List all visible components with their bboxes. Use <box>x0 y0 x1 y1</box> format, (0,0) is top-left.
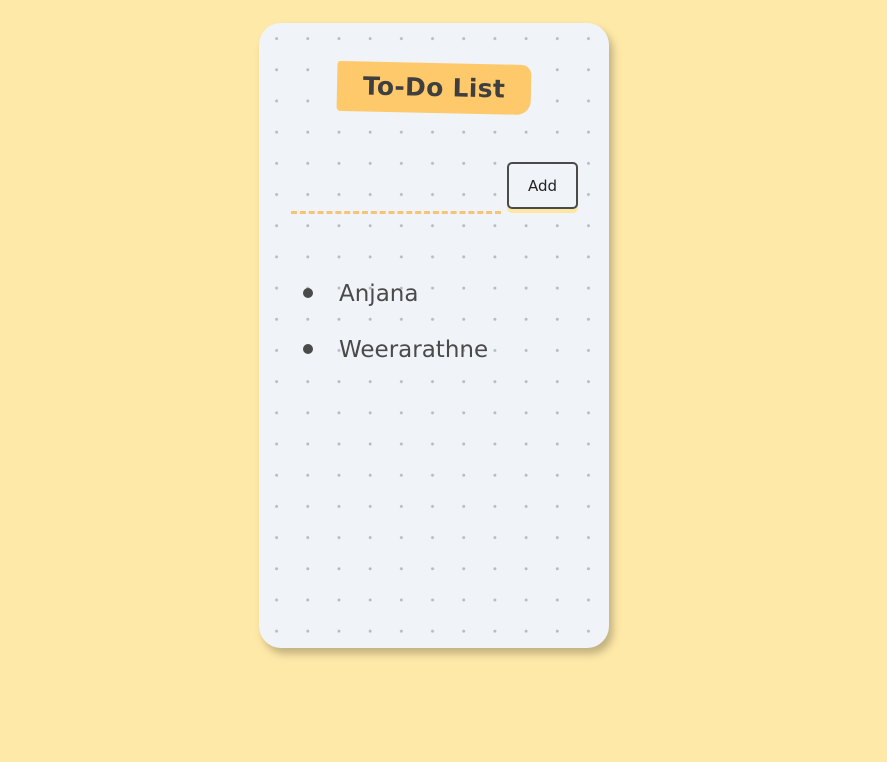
task-label: Weerarathne <box>339 337 489 363</box>
todo-card: To-Do List Add Anjana Weerarathne <box>259 23 609 648</box>
task-label: Anjana <box>339 281 419 307</box>
title-highlight: To-Do List <box>336 60 532 116</box>
bullet-icon <box>303 344 313 354</box>
add-button[interactable]: Add <box>507 162 578 209</box>
list-item[interactable]: Anjana <box>303 274 488 330</box>
task-input[interactable] <box>291 179 501 214</box>
task-list: Anjana Weerarathne <box>303 274 488 386</box>
list-item[interactable]: Weerarathne <box>303 330 488 386</box>
bullet-icon <box>303 288 313 298</box>
page-title: To-Do List <box>362 71 506 104</box>
